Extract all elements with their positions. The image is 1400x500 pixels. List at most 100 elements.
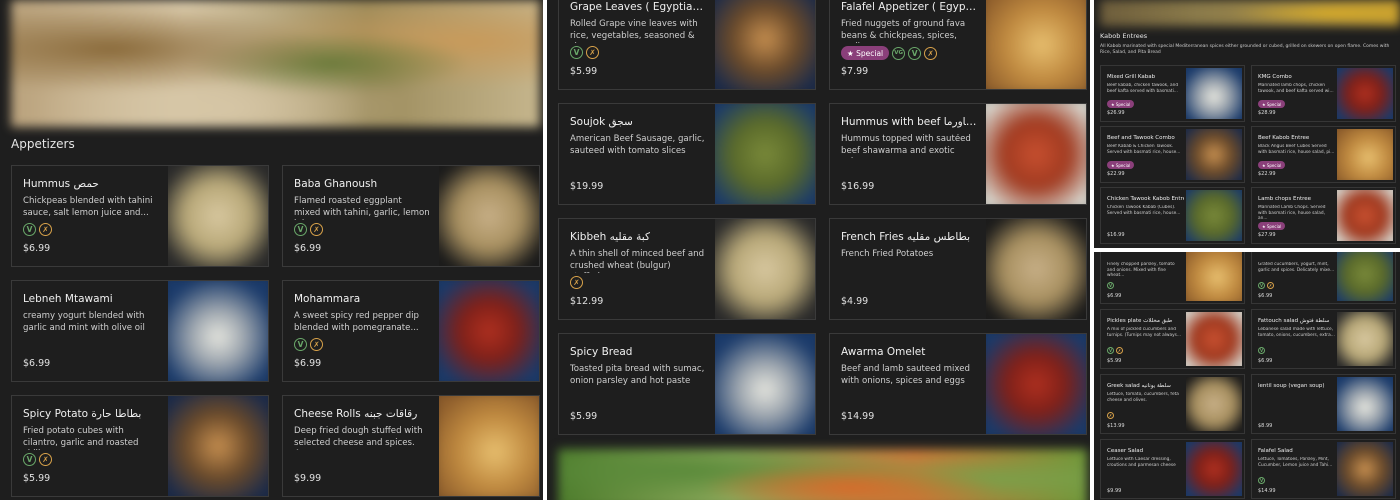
menu-item-card[interactable]: Grated cucumbers, yogurt, mint, garlic a… <box>1251 252 1396 304</box>
item-photo <box>986 0 1086 89</box>
item-price: $4.99 <box>841 296 869 307</box>
item-price: $5.99 <box>570 66 598 77</box>
special-badge: ★ Special <box>1258 161 1286 169</box>
dietary-tags: ★ Special <box>1258 222 1286 230</box>
item-name: Mohammara <box>294 293 361 305</box>
dietary-tags: V ✗ <box>1258 282 1274 289</box>
menu-item-card[interactable]: Hummus حمص Chickpeas blended with tahini … <box>11 165 269 267</box>
gluten-free-icon: ✗ <box>39 223 52 236</box>
item-photo <box>715 0 815 89</box>
item-photo <box>1337 190 1393 241</box>
gluten-free-icon: ✗ <box>586 46 599 59</box>
gluten-free-icon: ✗ <box>924 46 938 60</box>
menu-item-card[interactable]: Awarma Omelet Beef and lamb sauteed mixed… <box>829 333 1087 435</box>
item-description: Toasted pita bread with sumac, onion par… <box>570 364 705 386</box>
item-photo <box>168 281 268 381</box>
item-description: Marinated lamb chops, chicken tawook, an… <box>1258 83 1334 94</box>
vegetarian-icon: V <box>1258 347 1265 354</box>
item-price: $6.99 <box>1258 293 1273 299</box>
menu-item-card[interactable]: Fattouch salad سلطة فتوش Lebanese salad m… <box>1251 309 1396 369</box>
menu-item-card[interactable]: Lebneh Mtawami creamy yogurt blended with… <box>11 280 269 382</box>
item-photo <box>1186 312 1242 366</box>
item-price: $6.99 <box>23 358 51 369</box>
menu-item-card[interactable]: Cheese Rolls رقاقات جبنه Deep fried dough… <box>282 395 540 497</box>
menu-item-card[interactable]: Grape Leaves ( Egyptian style ... Rolled … <box>558 0 816 90</box>
item-description: Flamed roasted eggplant mixed with tahin… <box>294 196 430 220</box>
item-name: Kibbeh كبة مقليه <box>570 231 650 243</box>
menu-item-card[interactable]: Kibbeh كبة مقليه A thin shell of minced b… <box>558 218 816 320</box>
menu-item-card[interactable]: Hummus with beef مع شاورما Hummus topped … <box>829 103 1087 205</box>
section-hero-image <box>558 449 1087 500</box>
menu-item-card[interactable]: Ceaser Salad Lettuce with Caesar dressing… <box>1100 439 1245 499</box>
menu-item-card[interactable]: KMG Combo Marinated lamb chops, chicken t… <box>1251 65 1396 122</box>
item-description: Beef Kabab & Chicken Tawook. Served with… <box>1107 144 1181 155</box>
dietary-tags: V ✗ <box>23 223 52 236</box>
item-name: Falafel Salad <box>1258 448 1293 454</box>
menu-item-card[interactable]: Baba Ghanoush Flamed roasted eggplant mix… <box>282 165 540 267</box>
item-description: Beef and lamb sauteed mixed with onions,… <box>841 364 970 386</box>
item-price: $14.99 <box>1258 488 1276 494</box>
menu-item-card[interactable]: Lamb chops Entree Marinated Lamb Chops. S… <box>1251 187 1396 244</box>
dietary-tags: ✗ <box>1107 412 1114 419</box>
dietary-tags: V ✗ <box>294 338 323 351</box>
menu-item-card[interactable]: Greek salad سلطة يونانيه Lettuce, tomato,… <box>1100 374 1245 434</box>
item-price: $22.99 <box>1107 171 1125 177</box>
item-photo <box>1186 190 1242 241</box>
menu-item-card[interactable]: lentil soup (vegan soup) $8.99 <box>1251 374 1396 434</box>
item-photo <box>1186 68 1242 119</box>
menu-item-card[interactable]: Spicy Potato بطاطا حارة Fried potato cube… <box>11 395 269 497</box>
menu-item-card[interactable]: Spicy Bread Toasted pita bread with sumac… <box>558 333 816 435</box>
item-photo <box>1337 129 1393 180</box>
item-price: $22.99 <box>1258 171 1276 177</box>
menu-item-card[interactable]: Falafel Appetizer ( Egyptian st... Fried … <box>829 0 1087 90</box>
dietary-tags: V <box>1107 282 1114 289</box>
item-price: $5.99 <box>570 411 598 422</box>
item-name: Chicken Tawook Kabob Entree <box>1107 196 1184 202</box>
menu-item-card[interactable]: Beef Kabob Entree Black Angus Beef Cubes … <box>1251 126 1396 183</box>
item-name: Mixed Grill Kabab <box>1107 74 1156 80</box>
menu-item-card[interactable]: Soujok سجق American Beef Sausage, garlic,… <box>558 103 816 205</box>
menu-item-card[interactable]: Falafel Salad Lettuce, Tomatoes, Parsley,… <box>1251 439 1396 499</box>
item-photo <box>1186 377 1242 431</box>
item-description: Lettuce with Caesar dressing, croutions … <box>1107 457 1176 468</box>
item-description: Lettuce, Tomatoes, Parsley, Mint, Cucumb… <box>1258 457 1333 468</box>
dietary-tags: V ✗ <box>1107 347 1123 354</box>
item-name: Beef Kabob Entree <box>1258 135 1310 141</box>
menu-item-card[interactable]: French Fries بطاطس مقليه French Fried Pot… <box>829 218 1087 320</box>
item-price: $7.99 <box>841 66 869 77</box>
item-name: Lamb chops Entree <box>1258 196 1312 202</box>
vegan-icon: VG <box>892 46 906 60</box>
dietary-tags: V ✗ <box>570 46 599 59</box>
menu-item-card[interactable]: Mohammara A sweet spicy red pepper dip bl… <box>282 280 540 382</box>
item-description: Finely chopped parsley, tomato and onion… <box>1107 262 1175 279</box>
item-name: Greek salad سلطة يونانيه <box>1107 383 1171 389</box>
dietary-tags: ★ Special <box>1107 161 1135 169</box>
menu-panel-kabob: Kabob Entrees All Kabob marinated with s… <box>1094 0 1400 248</box>
item-price: $19.99 <box>570 181 604 192</box>
item-price: $9.99 <box>294 473 322 484</box>
item-price: $27.99 <box>1258 232 1276 238</box>
item-name: Grape Leaves ( Egyptian style ... <box>570 1 706 13</box>
item-name: Spicy Potato بطاطا حارة <box>23 408 142 420</box>
menu-item-card[interactable]: Pickles plate طبق مخللات A mix of pickled… <box>1100 309 1245 369</box>
menu-item-card[interactable]: Finely chopped parsley, tomato and onion… <box>1100 252 1245 304</box>
item-description: Rolled Grape vine leaves with rice, vege… <box>570 19 698 43</box>
item-photo <box>168 396 268 496</box>
item-photo <box>439 166 539 266</box>
menu-item-card[interactable]: Chicken Tawook Kabob Entree Chicken Tawoo… <box>1100 187 1245 244</box>
item-price: $5.99 <box>1107 358 1122 364</box>
item-price: $6.99 <box>1107 293 1122 299</box>
vegetarian-icon: V <box>1107 347 1114 354</box>
item-description: Marinated Lamb Chops. Served with basmat… <box>1258 205 1326 222</box>
item-photo <box>986 219 1086 319</box>
item-description: American Beef Sausage, garlic, sauteed w… <box>570 134 705 156</box>
item-description: Beef kabab, chicken tawook, and beef kaf… <box>1107 83 1179 94</box>
gluten-free-icon: ✗ <box>1267 282 1274 289</box>
menu-item-card[interactable]: Beef and Tawook Combo Beef Kabab & Chicke… <box>1100 126 1245 183</box>
item-photo <box>1186 252 1242 301</box>
dietary-tags: ★ Special <box>1107 100 1135 108</box>
menu-item-card[interactable]: Mixed Grill Kabab Beef kabab, chicken taw… <box>1100 65 1245 122</box>
section-title: Appetizers <box>11 137 75 151</box>
item-price: $6.99 <box>294 358 322 369</box>
item-description: A sweet spicy red pepper dip blended wit… <box>294 311 419 333</box>
